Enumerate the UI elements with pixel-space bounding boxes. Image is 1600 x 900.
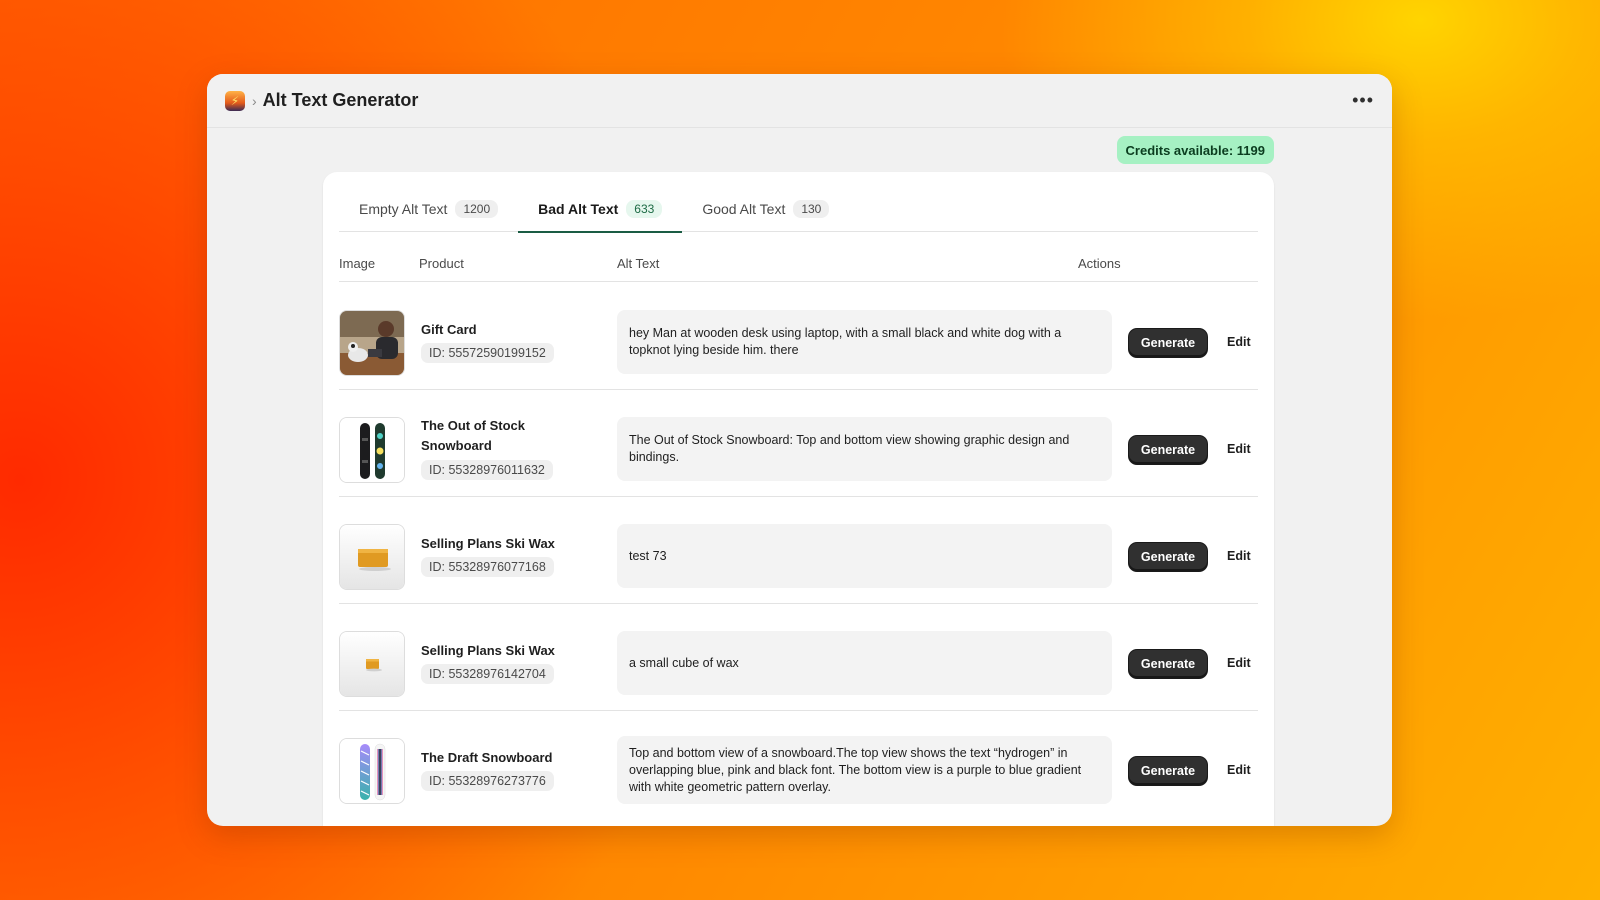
table-row: The Draft Snowboard ID: 55328976273776 T… <box>339 711 1258 818</box>
generate-button[interactable]: Generate <box>1129 329 1207 357</box>
app-window: ⚡ › Alt Text Generator ••• Credits avail… <box>207 74 1392 826</box>
edit-link[interactable]: Edit <box>1227 656 1251 670</box>
product-id-badge: ID: 55328976142704 <box>421 664 554 684</box>
alt-text-box: hey Man at wooden desk using laptop, wit… <box>617 310 1112 374</box>
tab-bar: Empty Alt Text 1200 Bad Alt Text 633 Goo… <box>339 186 1258 233</box>
table-row: Gift Card ID: 55572590199152 hey Man at … <box>339 283 1258 390</box>
alt-text-value: a small cube of wax <box>629 655 739 670</box>
product-thumbnail-image <box>339 524 405 590</box>
tab-count-badge: 1200 <box>455 200 499 218</box>
product-id-badge: ID: 55572590199152 <box>421 343 554 363</box>
tab-good-alt-text[interactable]: Good Alt Text 130 <box>682 186 849 232</box>
tab-count-badge: 130 <box>793 200 830 218</box>
table-row: The Out of Stock Snowboard ID: 553289760… <box>339 390 1258 497</box>
tab-empty-alt-text[interactable]: Empty Alt Text 1200 <box>339 186 518 232</box>
alt-text-box: a small cube of wax <box>617 631 1112 695</box>
app-logo-icon[interactable]: ⚡ <box>225 90 245 111</box>
tab-count-badge: 633 <box>626 200 663 218</box>
edit-link[interactable]: Edit <box>1227 335 1251 349</box>
alt-text-value: hey Man at wooden desk using laptop, wit… <box>629 326 1062 357</box>
tab-label: Bad Alt Text <box>538 201 619 217</box>
generate-button[interactable]: Generate <box>1129 543 1207 571</box>
column-header-image: Image <box>339 256 376 271</box>
product-name: The Draft Snowboard <box>421 750 553 765</box>
title-bar: ⚡ › Alt Text Generator ••• <box>207 74 1392 128</box>
edit-link[interactable]: Edit <box>1227 763 1251 777</box>
product-id-badge: ID: 55328976077168 <box>421 557 554 577</box>
column-header-product: Product <box>419 256 464 271</box>
edit-link[interactable]: Edit <box>1227 549 1251 563</box>
alt-text-box: The Out of Stock Snowboard: Top and bott… <box>617 417 1112 481</box>
product-thumbnail-image <box>339 738 405 804</box>
tab-label: Good Alt Text <box>702 201 786 217</box>
tab-label: Empty Alt Text <box>359 201 448 217</box>
table-row: Selling Plans Ski Wax ID: 55328976077168… <box>339 497 1258 604</box>
product-id-badge: ID: 55328976273776 <box>421 771 554 791</box>
product-name: The Out of Stock Snowboard <box>421 418 525 453</box>
product-thumbnail-image <box>339 310 405 376</box>
column-header-alt-text: Alt Text <box>617 256 660 271</box>
product-name: Selling Plans Ski Wax <box>421 643 555 658</box>
breadcrumb-chevron-icon: › <box>252 92 257 109</box>
alt-text-box: test 73 <box>617 524 1112 588</box>
generate-button[interactable]: Generate <box>1129 436 1207 464</box>
table-header: Image Product Alt Text Actions <box>339 246 1258 282</box>
edit-link[interactable]: Edit <box>1227 442 1251 456</box>
table-row: Selling Plans Ski Wax ID: 55328976142704… <box>339 604 1258 711</box>
more-actions-icon[interactable]: ••• <box>1352 90 1374 111</box>
credits-badge: Credits available: 1199 <box>1116 136 1274 164</box>
alt-text-value: test 73 <box>629 548 667 563</box>
alt-text-box: Top and bottom view of a snowboard.The t… <box>617 736 1112 804</box>
product-name: Selling Plans Ski Wax <box>421 536 555 551</box>
generate-button[interactable]: Generate <box>1129 650 1207 678</box>
tab-bad-alt-text[interactable]: Bad Alt Text 633 <box>518 186 683 233</box>
page-title: Alt Text Generator <box>262 90 419 110</box>
alt-text-card: Empty Alt Text 1200 Bad Alt Text 633 Goo… <box>323 172 1274 826</box>
alt-text-value: The Out of Stock Snowboard: Top and bott… <box>629 433 1070 464</box>
generate-button[interactable]: Generate <box>1129 757 1207 785</box>
column-header-actions: Actions <box>1078 256 1121 271</box>
product-name: Gift Card <box>421 322 477 337</box>
product-thumbnail-image <box>339 631 405 697</box>
product-id-badge: ID: 55328976011632 <box>421 460 553 480</box>
alt-text-value: Top and bottom view of a snowboard.The t… <box>629 745 1082 794</box>
product-thumbnail-image <box>339 417 405 483</box>
